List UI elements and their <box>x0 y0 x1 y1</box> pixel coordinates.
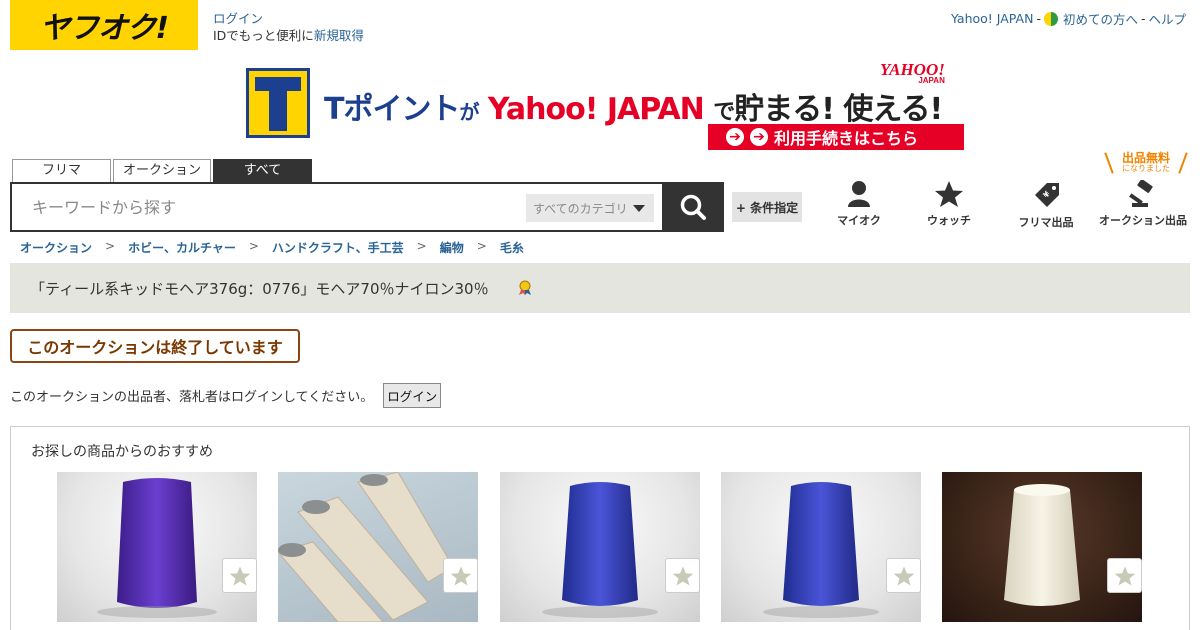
conditions-button[interactable]: + 条件指定 <box>732 192 802 222</box>
beginners-link[interactable]: 初めての方へ <box>1063 9 1138 28</box>
breadcrumb-item[interactable]: ハンドクラフト、手工芸 <box>272 239 404 256</box>
star-icon <box>672 565 693 586</box>
yahoo-japan-mini-logo: YAHOO! JAPAN <box>880 61 945 85</box>
price-tag-icon: ¥ <box>1035 183 1059 207</box>
flima-sell-label: フリマ出品 <box>1018 216 1074 229</box>
watch-button[interactable]: ウォッチ <box>904 180 994 230</box>
star-icon <box>935 181 963 207</box>
login-button[interactable]: ログイン <box>383 383 442 408</box>
login-link[interactable]: ログイン <box>213 10 364 27</box>
top-nav-sep: - <box>1140 11 1146 26</box>
watch-star-button[interactable] <box>1107 558 1142 593</box>
free-listing-badge: 出品無料 になりました <box>1104 152 1188 174</box>
breadcrumb-sep: > <box>476 239 487 253</box>
star-icon <box>893 565 914 586</box>
page-title: 「ティール系キッドモヘア376g：0776」モヘア70％ナイロン30％ <box>30 279 489 298</box>
auction-sell-label: オークション出品 <box>1099 214 1187 227</box>
watch-star-button[interactable] <box>886 558 921 593</box>
watch-star-button[interactable] <box>665 558 700 593</box>
user-icon <box>848 181 870 207</box>
myauc-button[interactable]: マイオク <box>814 180 904 230</box>
breadcrumb-sep: > <box>248 239 259 253</box>
tpoint-banner[interactable]: Tポイントが Yahoo! JAPAN で貯まる! 使える! YAHOO! JAP… <box>244 61 966 150</box>
recommend-section: お探しの商品からのおすすめ <box>10 426 1190 630</box>
breadcrumb-sep: > <box>105 239 116 253</box>
yarn-cone-purple-image <box>57 472 257 622</box>
banner-button-label: 利用手続きはこちら <box>774 129 919 148</box>
gavel-icon <box>1129 180 1153 207</box>
yarn-cone-blue-image <box>721 472 921 622</box>
login-prompt: IDでもっと便利に <box>213 28 314 43</box>
top-nav: Yahoo! JAPAN - 初めての方へ - ヘルプ <box>951 9 1186 28</box>
help-link[interactable]: ヘルプ <box>1148 9 1186 28</box>
tab-auction[interactable]: オークション <box>113 159 211 183</box>
search-icon <box>680 194 706 220</box>
auction-sell-button[interactable]: オークション出品 <box>1098 180 1188 230</box>
logo-text: ヤフオク! <box>39 11 169 46</box>
login-prompt-line: IDでもっと便利に新規取得 <box>213 27 364 44</box>
auction-ended-badge: このオークションは終了しています <box>10 329 300 363</box>
watch-star-button[interactable] <box>443 558 478 593</box>
category-select[interactable]: すべてのカテゴリ <box>526 194 654 222</box>
search-box: すべてのカテゴリ <box>10 182 664 232</box>
free-badge-text: 出品無料 <box>1121 151 1170 165</box>
watch-label: ウォッチ <box>927 214 971 227</box>
breadcrumb-item[interactable]: 編物 <box>440 239 464 256</box>
breadcrumb-item[interactable]: 毛糸 <box>500 239 524 256</box>
tab-flima[interactable]: フリマ <box>12 159 111 183</box>
tpoint-logo-icon <box>246 68 310 138</box>
yahoo-japan-link[interactable]: Yahoo! JAPAN <box>951 11 1033 26</box>
yarn-cone-white-image <box>942 472 1142 622</box>
recommend-item[interactable] <box>721 472 921 622</box>
login-notice: このオークションの出品者、落札者はログインしてください。 ログイン <box>10 383 442 408</box>
myauc-label: マイオク <box>837 214 881 227</box>
login-notice-text: このオークションの出品者、落札者はログインしてください。 <box>10 390 374 405</box>
badge-ribbon-icon <box>517 280 533 296</box>
recommend-item[interactable] <box>942 472 1142 622</box>
top-nav-sep: - <box>1036 11 1041 26</box>
arrow-right-icon: ➔ <box>726 128 744 146</box>
banner-tpoint: Tポイント <box>324 92 460 127</box>
category-label: すべてのカテゴリ <box>533 201 628 216</box>
item-title-bar: 「ティール系キッドモヘア376g：0776」モヘア70％ナイロン30％ <box>10 263 1190 313</box>
star-icon <box>229 565 250 586</box>
yarn-cone-blue-image <box>500 472 700 622</box>
yarn-cones-beige-image <box>278 472 478 622</box>
watch-star-button[interactable] <box>222 558 257 593</box>
beginner-mark-icon <box>1043 11 1058 26</box>
flima-sell-button[interactable]: ¥ フリマ出品 <box>1001 180 1091 230</box>
banner-yahoo: Yahoo! JAPAN <box>487 92 705 127</box>
arrow-right-icon: ➔ <box>750 128 768 146</box>
banner-tail: 貯まる! 使える! <box>734 92 943 127</box>
banner-de: で <box>713 100 735 125</box>
recommend-item[interactable] <box>57 472 257 622</box>
star-icon <box>450 565 471 586</box>
banner-title: Tポイントが Yahoo! JAPAN で貯まる! 使える! <box>324 84 943 128</box>
star-icon <box>1114 565 1135 586</box>
recommend-item[interactable] <box>500 472 700 622</box>
recommend-title: お探しの商品からのおすすめ <box>31 444 213 460</box>
recommend-item[interactable] <box>278 472 478 622</box>
yahuoku-logo[interactable]: ヤフオク! <box>10 0 198 50</box>
search-button[interactable] <box>662 182 724 232</box>
login-area: ログイン IDでもっと便利に新規取得 <box>213 10 364 44</box>
signup-link[interactable]: 新規取得 <box>314 28 364 43</box>
search-input[interactable] <box>22 184 502 230</box>
breadcrumb-item[interactable]: オークション <box>20 239 92 256</box>
chevron-down-icon <box>632 204 645 212</box>
banner-ga: が <box>459 100 479 124</box>
banner-signup-button[interactable]: ➔ ➔ 利用手続きはこちら <box>708 124 964 150</box>
breadcrumb-item[interactable]: ホビー、カルチャー <box>128 239 236 256</box>
breadcrumb-sep: > <box>416 239 427 253</box>
free-badge-sub: になりました <box>1122 164 1170 173</box>
breadcrumb: オークション > ホビー、カルチャー > ハンドクラフト、手工芸 > 編物 > 毛糸 <box>20 239 524 256</box>
tab-all[interactable]: すべて <box>213 159 312 183</box>
